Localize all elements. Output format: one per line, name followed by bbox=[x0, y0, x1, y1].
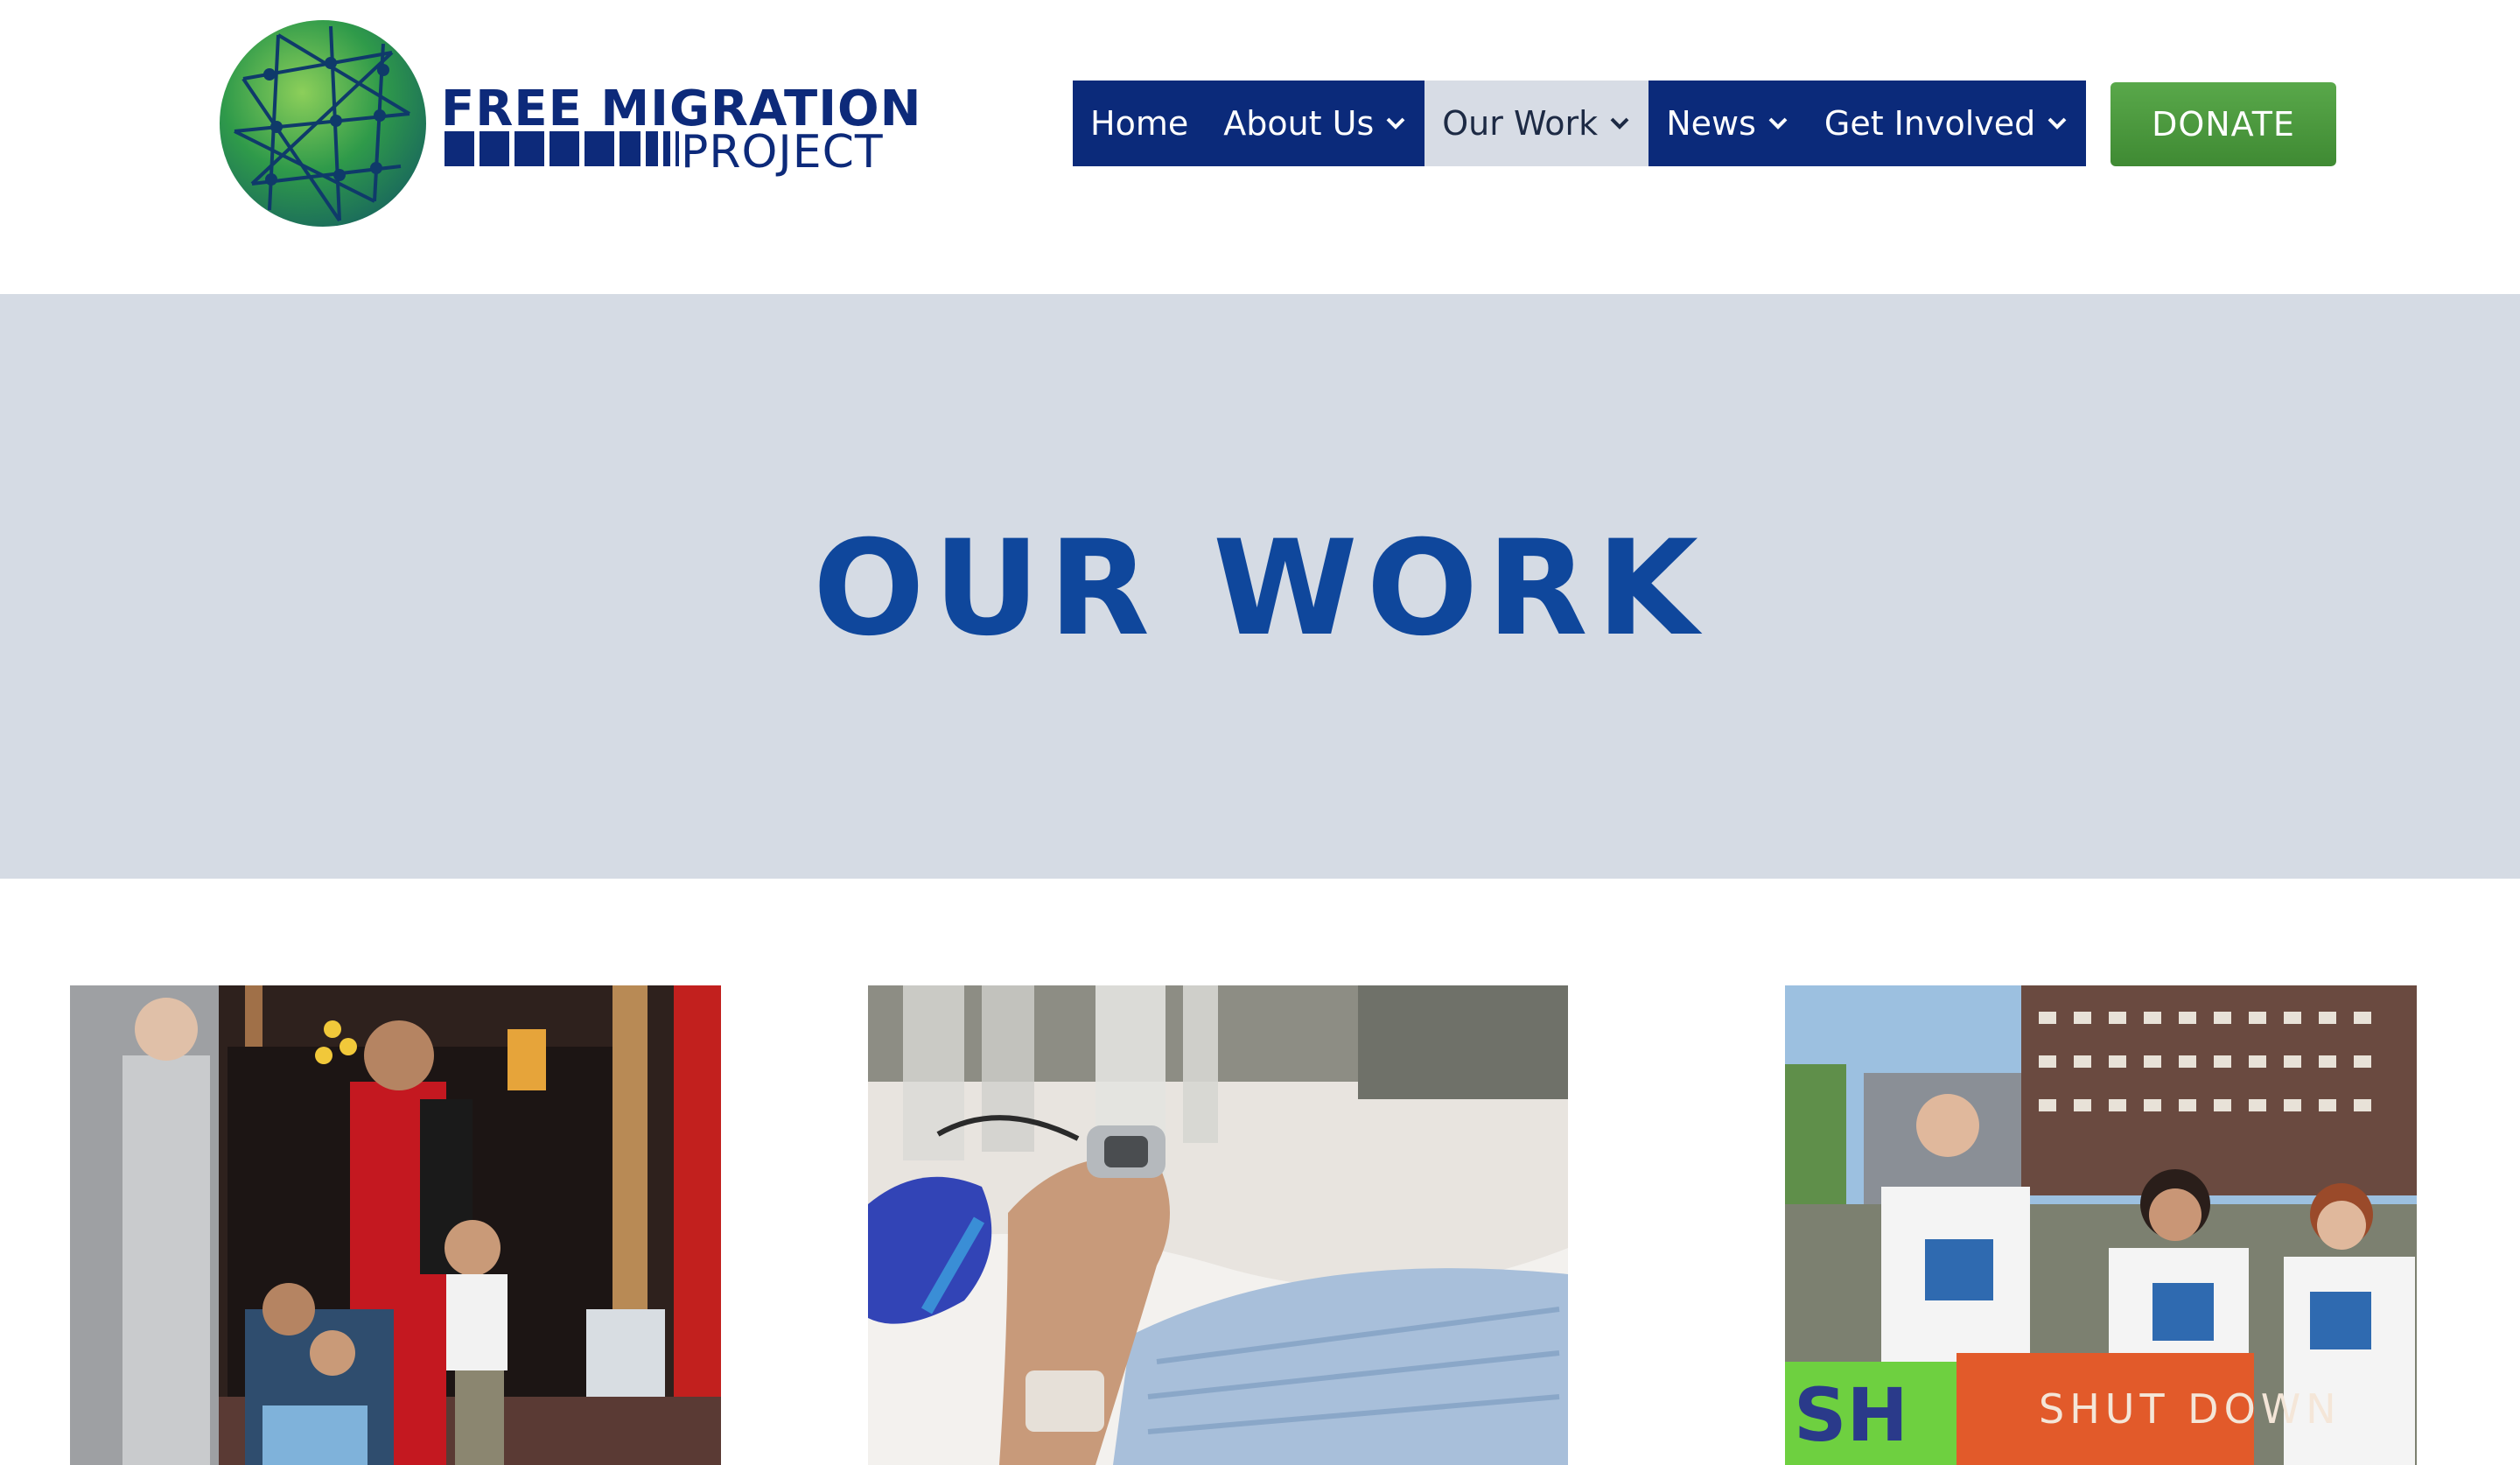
work-card-image-family[interactable] bbox=[70, 985, 721, 1465]
globe-logo-icon bbox=[220, 20, 426, 227]
nav-item-label: Home bbox=[1090, 104, 1189, 143]
nav-item-about-us[interactable]: About Us bbox=[1206, 81, 1424, 166]
page-title: OUR WORK bbox=[813, 513, 1707, 665]
protest-group-shut-down-sign-photo: SH SHUT DOWN bbox=[1785, 985, 2417, 1465]
nav-item-get-involved[interactable]: Get Involved bbox=[1807, 81, 2086, 166]
work-card-image-protest[interactable]: SH SHUT DOWN bbox=[1785, 985, 2417, 1465]
page-hero: OUR WORK bbox=[0, 294, 2520, 879]
nav-item-label: About Us bbox=[1223, 104, 1375, 143]
protest-sign-text: SHUT DOWN bbox=[2039, 1385, 2342, 1433]
logo-text-line2: PROJECT bbox=[681, 126, 884, 179]
nav-item-label: Get Involved bbox=[1824, 104, 2036, 143]
family-at-church-door-photo bbox=[70, 985, 721, 1465]
chevron-down-icon bbox=[1608, 112, 1631, 135]
chevron-down-icon bbox=[1767, 112, 1789, 135]
nav-item-label: News bbox=[1666, 104, 1756, 143]
svg-text:SH: SH bbox=[1794, 1372, 1908, 1458]
hospital-patient-hand-photo bbox=[868, 985, 1568, 1465]
work-card-image-hospital[interactable] bbox=[868, 985, 1568, 1465]
site-logo[interactable]: FREE MIGRATION PROJECT bbox=[217, 18, 934, 229]
nav-item-news[interactable]: News bbox=[1648, 81, 1807, 166]
chevron-down-icon bbox=[1384, 112, 1407, 135]
donate-button[interactable]: DONATE bbox=[2110, 82, 2336, 166]
site-header: FREE MIGRATION PROJECT Home About Us Our… bbox=[0, 0, 2520, 294]
nav-item-our-work[interactable]: Our Work bbox=[1424, 81, 1649, 166]
chevron-down-icon bbox=[2046, 112, 2068, 135]
nav-item-home[interactable]: Home bbox=[1073, 81, 1206, 166]
nav-item-label: Our Work bbox=[1442, 104, 1599, 143]
main-nav: Home About Us Our Work News Get Involved bbox=[1073, 81, 2087, 166]
